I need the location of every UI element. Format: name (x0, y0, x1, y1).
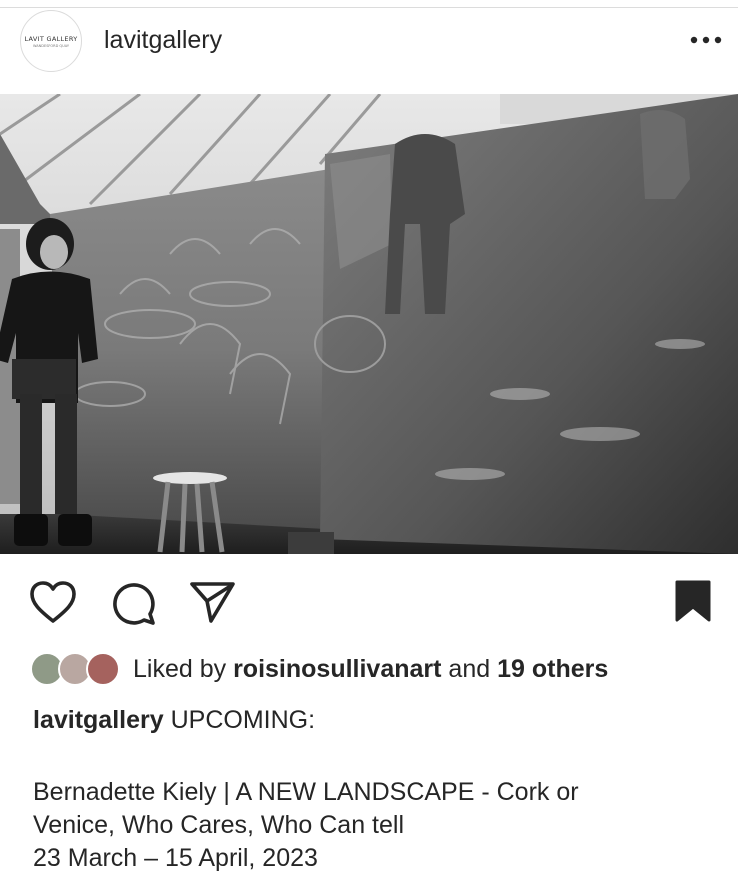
save-bookmark-icon[interactable] (674, 580, 712, 622)
caption-headline: UPCOMING: (170, 706, 316, 734)
likes-prefix: Liked by (133, 655, 227, 683)
avatar-logo-subtext: WANDESFORD QUAY (33, 43, 69, 48)
likes-others-count[interactable]: 19 others (497, 655, 608, 683)
caption-line: Bernadette Kiely | A NEW LANDSCAPE - Cor… (33, 778, 579, 806)
liker-avatar (86, 652, 120, 686)
likes-summary[interactable]: Liked by roisinosullivanart and 19 other… (133, 655, 608, 684)
account-username[interactable]: lavitgallery (104, 26, 222, 55)
post-header: LAVIT GALLERY WANDESFORD QUAY lavitgalle… (0, 8, 738, 94)
liker-username[interactable]: roisinosullivanart (233, 655, 441, 683)
caption-line: Venice, Who Cares, Who Can tell (33, 811, 404, 839)
post-caption: lavitgallery UPCOMING: Bernadette Kiely … (33, 704, 723, 875)
likes-row: Liked by roisinosullivanart and 19 other… (30, 650, 730, 690)
account-avatar[interactable]: LAVIT GALLERY WANDESFORD QUAY (20, 10, 82, 72)
liker-avatars[interactable] (30, 652, 122, 688)
more-options-icon[interactable] (690, 36, 722, 44)
likes-connector: and (448, 655, 491, 683)
caption-date: 23 March – 15 April, 2023 (33, 844, 318, 872)
avatar-logo-text: LAVIT GALLERY (24, 34, 78, 43)
like-heart-icon[interactable] (29, 580, 77, 624)
caption-username[interactable]: lavitgallery (33, 706, 164, 734)
share-paper-plane-icon[interactable] (188, 580, 236, 624)
top-divider (0, 0, 738, 8)
post-actions-bar (0, 574, 738, 630)
post-photo[interactable] (0, 94, 738, 554)
comment-bubble-icon[interactable] (110, 580, 156, 626)
